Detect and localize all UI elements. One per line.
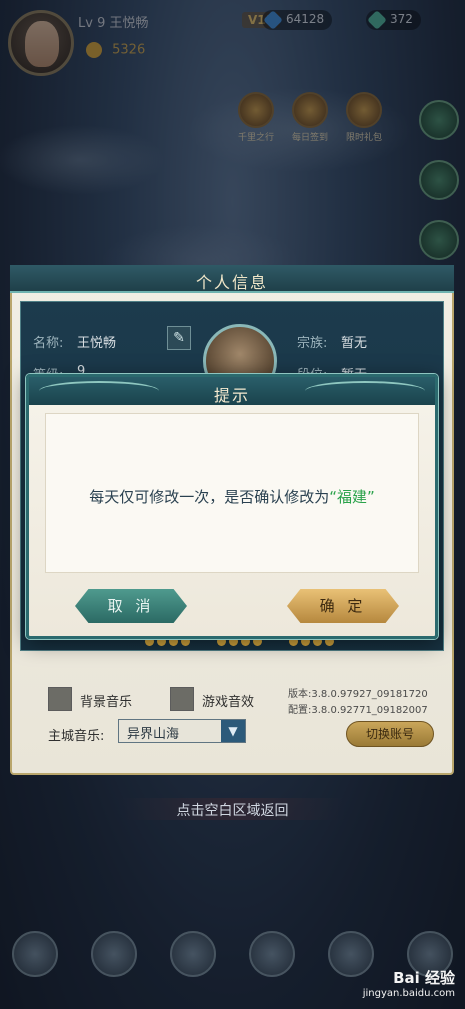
clan-label: 宗族: — [297, 336, 328, 351]
switch-account-button[interactable]: 切换账号 — [346, 721, 434, 747]
city-music-label: 主城音乐: — [48, 729, 105, 744]
settings-area: 背景音乐 游戏音效 版本:3.8.0.97927_09181720 配置:3.8… — [20, 657, 444, 767]
nav-item-4[interactable] — [249, 931, 295, 977]
dialog-message-highlight: “福建” — [329, 488, 375, 506]
dialog-message-text: 每天仅可修改一次，是否确认修改为 — [89, 488, 330, 506]
panel-header: 个人信息 — [10, 265, 454, 293]
dialog-message: 每天仅可修改一次，是否确认修改为“福建” — [46, 486, 418, 507]
name-label: 名称: — [33, 336, 64, 351]
chevron-down-icon: ▼ — [221, 720, 245, 742]
nav-item-3[interactable] — [170, 931, 216, 977]
dialog-content: 每天仅可修改一次，是否确认修改为“福建” — [45, 413, 419, 573]
confirm-button[interactable]: 确 定 — [287, 589, 399, 623]
config-version-text: 配置:3.8.0.92771_09182007 — [288, 705, 428, 716]
panel-title: 个人信息 — [195, 273, 268, 292]
watermark-brand: Bai 经验 — [393, 969, 455, 987]
bg-music-label: 背景音乐 — [80, 695, 133, 710]
city-music-value: 异界山海 — [127, 727, 180, 742]
clan-value: 暂无 — [341, 336, 368, 351]
city-music-select[interactable]: 异界山海 ▼ — [118, 719, 246, 743]
watermark-url: jingyan.baidu.com — [362, 988, 455, 999]
nav-item-1[interactable] — [12, 931, 58, 977]
baidu-watermark: Bai 经验 jingyan.baidu.com — [363, 967, 455, 999]
edit-name-button[interactable]: ✎ — [167, 326, 191, 350]
game-sfx-label: 游戏音效 — [202, 695, 255, 710]
nav-item-2[interactable] — [91, 931, 137, 977]
confirm-dialog: 提示 每天仅可修改一次，是否确认修改为“福建” 取 消 确 定 — [26, 374, 438, 639]
return-hint: 点击空白区域返回 — [176, 803, 289, 819]
name-value: 王悦畅 — [77, 336, 117, 351]
dialog-header: 提示 — [29, 377, 435, 405]
game-sfx-checkbox[interactable] — [170, 687, 194, 711]
bg-music-checkbox[interactable] — [48, 687, 72, 711]
version-text: 版本:3.8.0.97927_09181720 — [288, 689, 428, 700]
dialog-title: 提示 — [213, 386, 250, 405]
cancel-button[interactable]: 取 消 — [75, 589, 187, 623]
